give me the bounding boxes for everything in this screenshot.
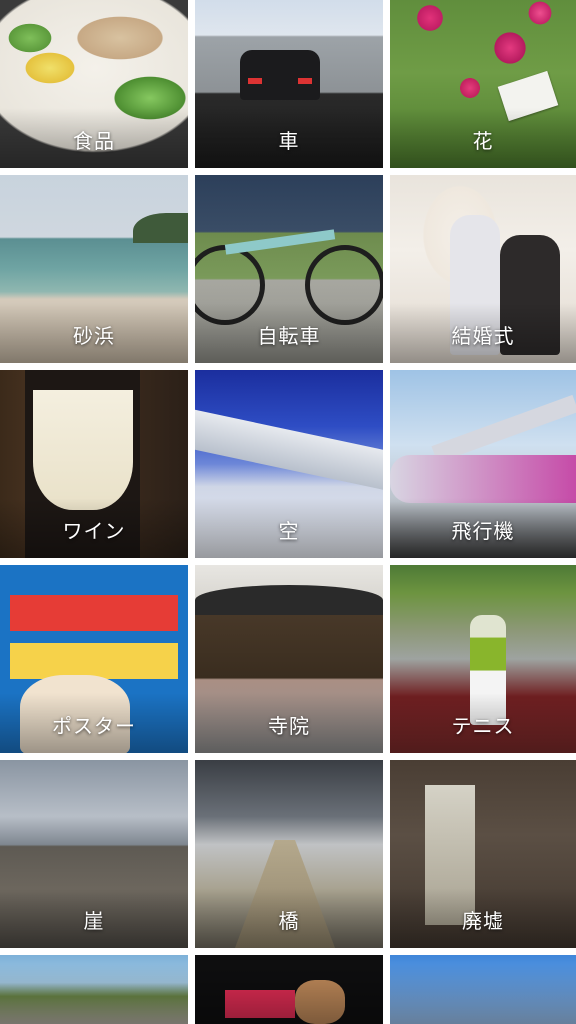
cliff-shape bbox=[133, 213, 188, 243]
category-tile-bicycle[interactable]: 自転車 bbox=[195, 175, 383, 363]
category-label: 食品 bbox=[73, 129, 115, 153]
category-label: 飛行機 bbox=[451, 519, 515, 543]
category-label: 花 bbox=[472, 129, 494, 153]
sign-photo bbox=[195, 955, 383, 1024]
fuselage-shape bbox=[390, 455, 576, 503]
category-label: 結婚式 bbox=[451, 324, 515, 348]
poster-title-shape bbox=[10, 595, 178, 631]
blue-sky-photo bbox=[390, 955, 576, 1024]
category-tile-partial-2[interactable] bbox=[195, 955, 383, 1024]
category-label: 空 bbox=[278, 519, 300, 543]
doorway-shape bbox=[425, 785, 475, 925]
category-tile-beach[interactable]: 砂浜 bbox=[0, 175, 188, 363]
category-label: 廃墟 bbox=[462, 909, 504, 933]
category-label: 橋 bbox=[278, 909, 300, 933]
category-label: テニス bbox=[451, 714, 515, 738]
wheel-shape bbox=[305, 245, 383, 325]
poster-numbers-shape bbox=[10, 643, 178, 679]
frame-shape bbox=[224, 229, 336, 255]
category-tile-airplane[interactable]: 飛行機 bbox=[390, 370, 576, 558]
sign-shape bbox=[497, 70, 559, 122]
category-tile-bridge[interactable]: 橋 bbox=[195, 760, 383, 948]
roof-shape bbox=[195, 585, 383, 615]
category-label: 自転車 bbox=[257, 324, 321, 348]
signboard-shape bbox=[225, 990, 295, 1018]
wheel-shape bbox=[195, 245, 265, 325]
category-label: 崖 bbox=[83, 909, 105, 933]
category-tile-partial-1[interactable] bbox=[0, 955, 188, 1024]
category-tile-ruins[interactable]: 廃墟 bbox=[390, 760, 576, 948]
category-label: 寺院 bbox=[268, 714, 310, 738]
player-shape bbox=[470, 615, 506, 725]
category-tile-temple[interactable]: 寺院 bbox=[195, 565, 383, 753]
category-tile-poster[interactable]: ポスター bbox=[0, 565, 188, 753]
category-label: 車 bbox=[278, 129, 300, 153]
cat-photo bbox=[0, 955, 188, 1024]
category-label: ポスター bbox=[52, 714, 136, 738]
category-tile-tennis[interactable]: テニス bbox=[390, 565, 576, 753]
mask-shape bbox=[295, 980, 345, 1024]
category-label: 砂浜 bbox=[73, 324, 115, 348]
category-tile-wedding[interactable]: 結婚式 bbox=[390, 175, 576, 363]
category-tile-sky[interactable]: 空 bbox=[195, 370, 383, 558]
category-photo-grid: 食品 車 花 砂浜 自転車 結婚式 ワイン 空 飛行機 ポスター 寺院 テニス … bbox=[0, 0, 576, 1024]
category-tile-food[interactable]: 食品 bbox=[0, 0, 188, 168]
category-label: ワイン bbox=[62, 519, 126, 543]
category-tile-cliff[interactable]: 崖 bbox=[0, 760, 188, 948]
wing-shape bbox=[431, 394, 576, 464]
wing-shape bbox=[195, 409, 383, 491]
category-tile-partial-3[interactable] bbox=[390, 955, 576, 1024]
category-tile-car[interactable]: 車 bbox=[195, 0, 383, 168]
category-tile-flower[interactable]: 花 bbox=[390, 0, 576, 168]
car-shape bbox=[240, 50, 320, 100]
category-tile-wine[interactable]: ワイン bbox=[0, 370, 188, 558]
